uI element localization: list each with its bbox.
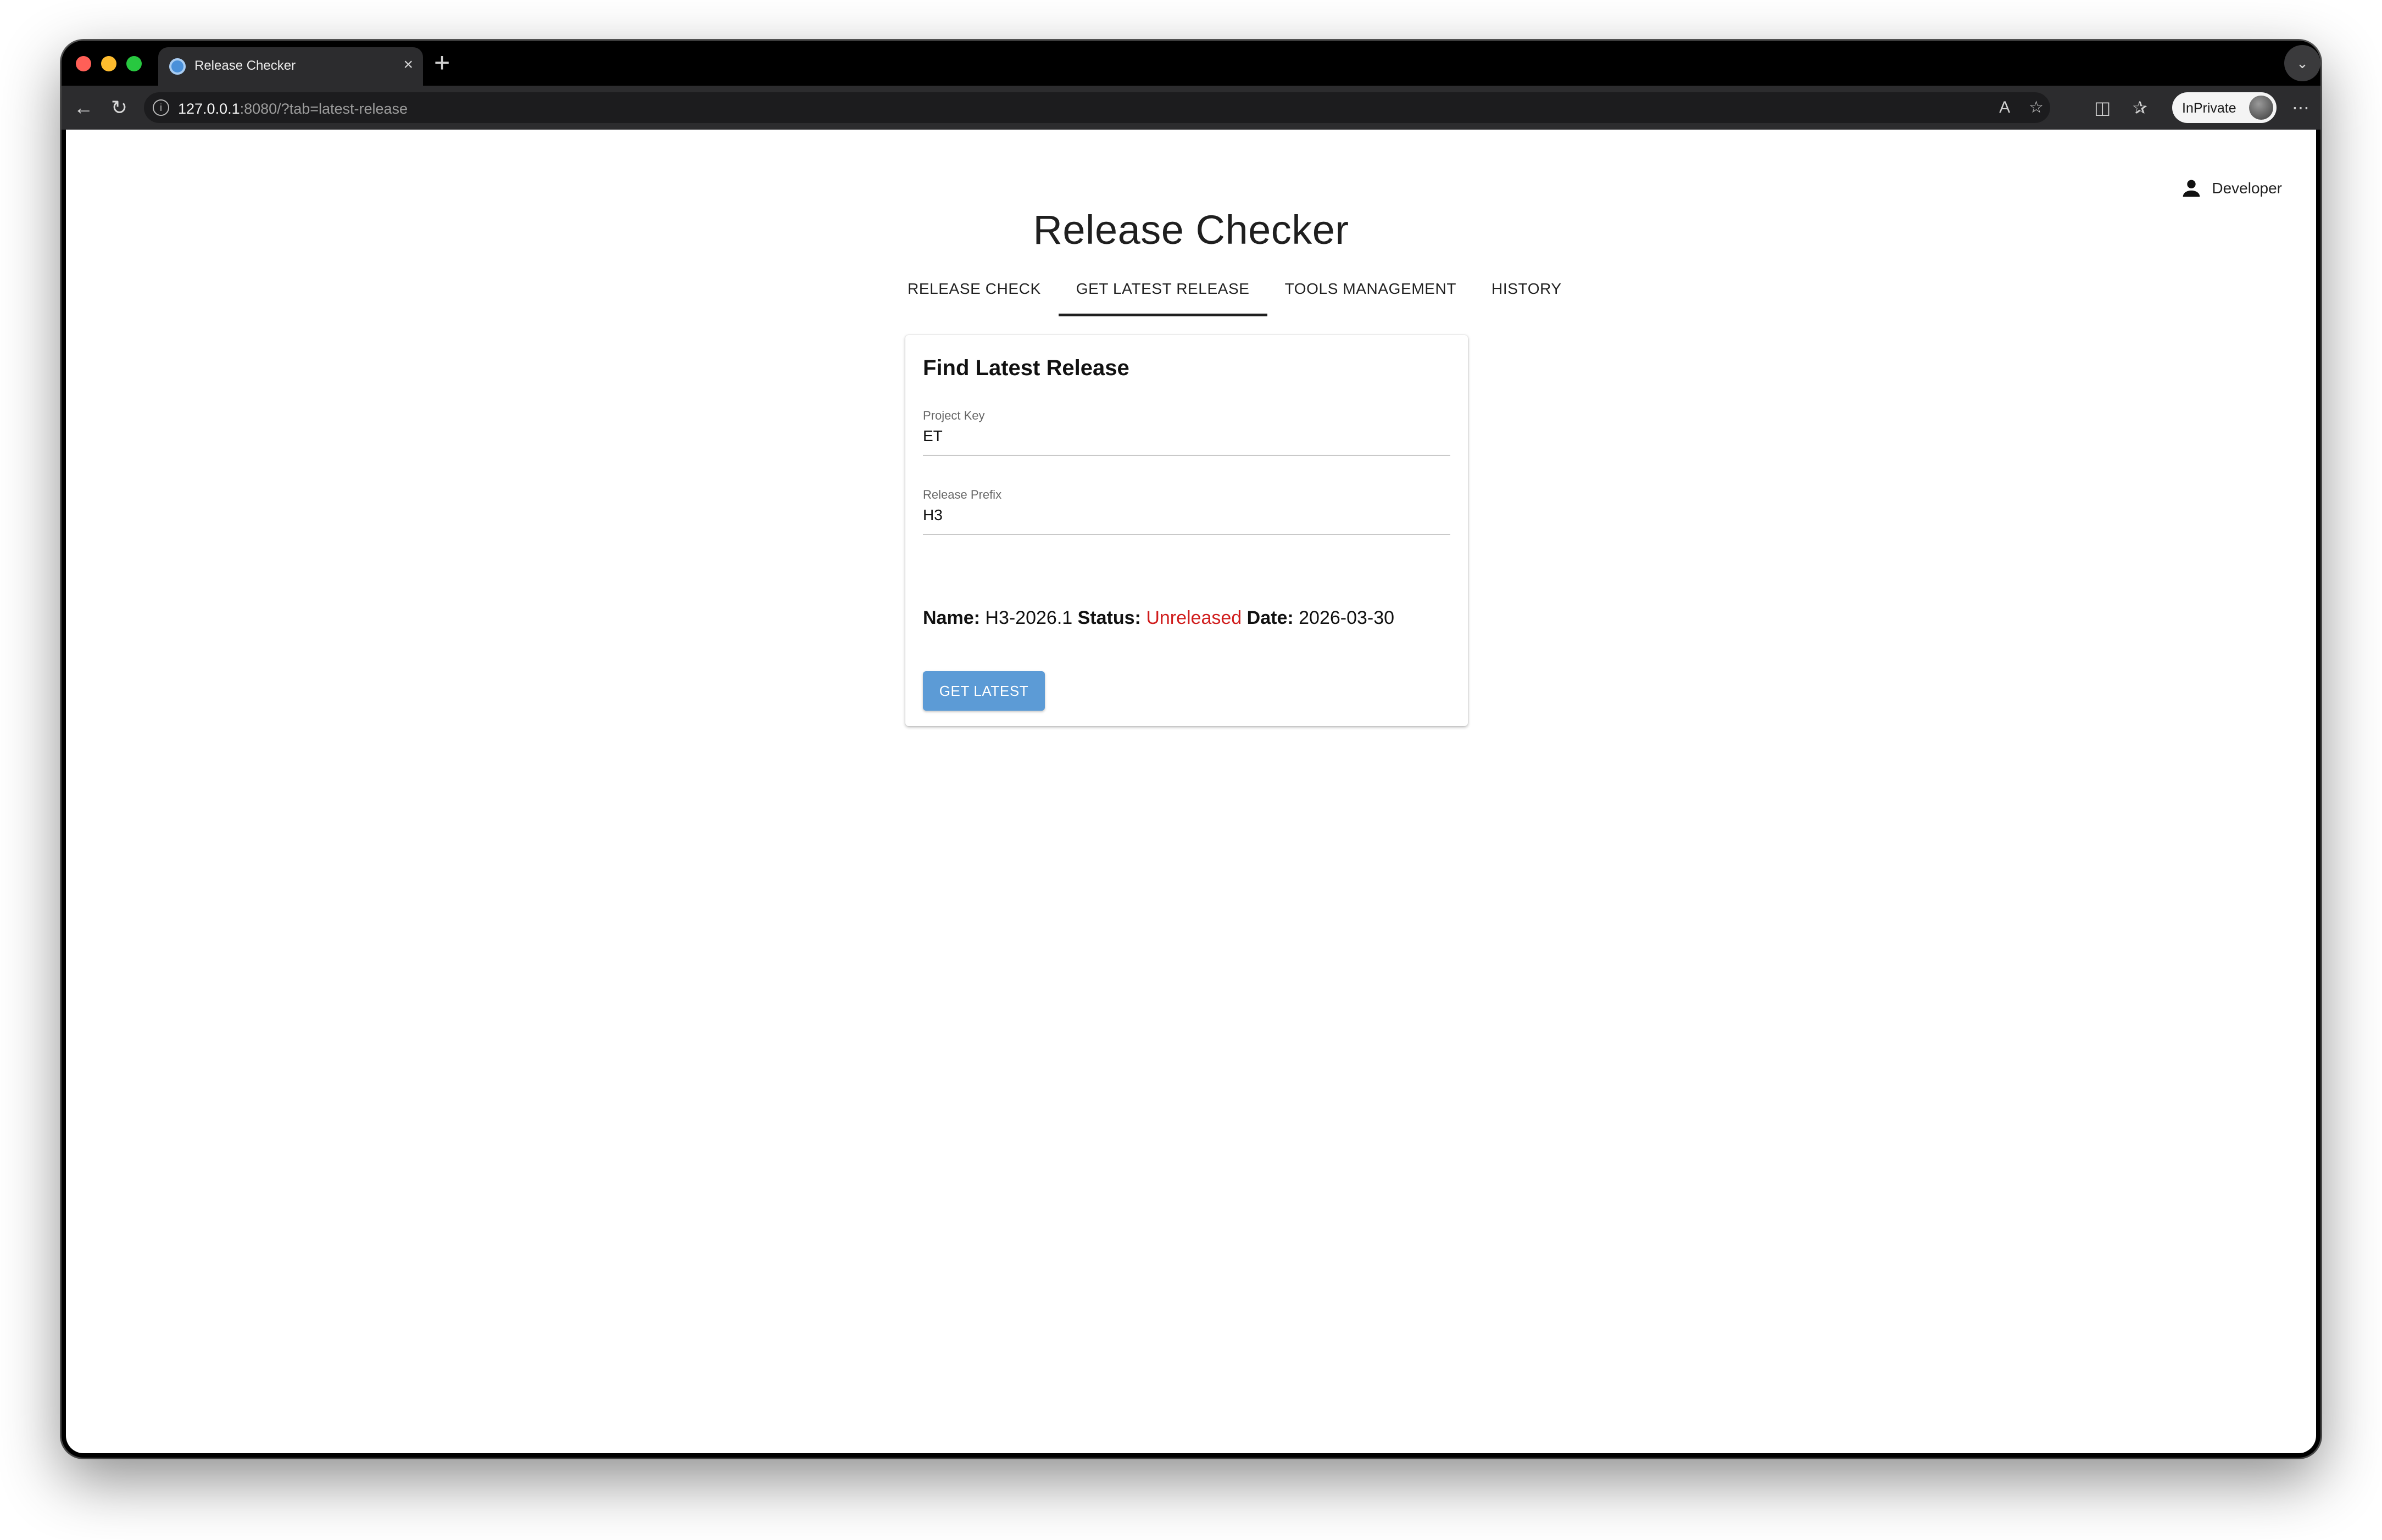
- date-value: 2026-03-30: [1299, 607, 1395, 628]
- url-path: :8080/?tab=latest-release: [240, 101, 408, 117]
- close-tab-icon[interactable]: ×: [403, 55, 413, 75]
- address-url: 127.0.0.1:8080/?tab=latest-release: [178, 101, 408, 118]
- back-arrow-icon[interactable]: ←: [74, 96, 93, 120]
- card-title: Find Latest Release: [923, 356, 1129, 380]
- tab-tools-management[interactable]: TOOLS MANAGEMENT: [1267, 261, 1474, 316]
- url-host: 127.0.0.1: [178, 101, 240, 117]
- release-prefix-field[interactable]: Release Prefix: [923, 482, 1450, 535]
- release-prefix-label: Release Prefix: [923, 488, 1002, 501]
- page-content: Release Checker Developer RELEASE CHECK …: [66, 130, 2316, 1453]
- address-bar[interactable]: i 127.0.0.1:8080/?tab=latest-release A ☆: [144, 92, 2050, 123]
- project-key-field[interactable]: Project Key: [923, 403, 1450, 456]
- maximize-window-button[interactable]: [126, 56, 142, 71]
- browser-toolbar: ← ↻ i 127.0.0.1:8080/?tab=latest-release…: [62, 86, 2320, 130]
- status-value: Unreleased: [1146, 607, 1242, 628]
- name-value: H3-2026.1: [985, 607, 1073, 628]
- project-key-label: Project Key: [923, 409, 985, 422]
- project-key-input[interactable]: [923, 427, 1450, 445]
- profile-avatar: [2249, 96, 2273, 120]
- find-latest-release-card: Find Latest Release Project Key Release …: [905, 335, 1468, 726]
- close-window-button[interactable]: [76, 56, 91, 71]
- user-name: Developer: [2212, 180, 2282, 197]
- name-label: Name:: [923, 607, 980, 628]
- inprivate-badge[interactable]: InPrivate: [2172, 92, 2277, 123]
- release-prefix-input[interactable]: [923, 506, 1450, 524]
- get-latest-button[interactable]: GET LATEST: [923, 671, 1045, 711]
- browser-tab[interactable]: Release Checker ×: [158, 47, 423, 86]
- date-label: Date:: [1246, 607, 1294, 628]
- favicon-icon: [169, 58, 186, 75]
- minimize-window-button[interactable]: [101, 56, 116, 71]
- reload-icon[interactable]: ↻: [111, 96, 127, 120]
- new-tab-button[interactable]: +: [434, 45, 450, 80]
- nav-tabs: RELEASE CHECK GET LATEST RELEASE TOOLS M…: [890, 261, 1579, 316]
- tab-history[interactable]: HISTORY: [1474, 261, 1579, 316]
- chevron-down-icon[interactable]: ⌄: [2284, 45, 2320, 81]
- status-label: Status:: [1077, 607, 1141, 628]
- person-icon: [2183, 180, 2200, 197]
- page-title: Release Checker: [1033, 207, 1349, 253]
- favorite-star-icon[interactable]: ☆: [2029, 98, 2044, 116]
- tab-get-latest-release[interactable]: GET LATEST RELEASE: [1058, 261, 1267, 316]
- favorites-icon[interactable]: ✰: [2133, 94, 2147, 121]
- split-screen-icon[interactable]: ◫: [2094, 94, 2111, 121]
- user-menu[interactable]: Developer: [2179, 176, 2282, 201]
- inprivate-label: InPrivate: [2182, 101, 2236, 116]
- address-actions: A ☆: [1980, 97, 2044, 119]
- browser-window: Release Checker × + ⌄ ← ↻ i 127.0.0.1:80…: [62, 41, 2320, 1458]
- tab-release-check[interactable]: RELEASE CHECK: [890, 261, 1059, 316]
- tab-title: Release Checker: [194, 58, 296, 73]
- more-options-icon[interactable]: ⋯: [2292, 94, 2309, 121]
- release-result: Name: H3-2026.1 Status: Unreleased Date:…: [923, 607, 1394, 629]
- site-info-icon[interactable]: i: [153, 99, 169, 116]
- tab-strip: Release Checker × + ⌄: [62, 41, 2320, 86]
- read-aloud-icon[interactable]: A: [1999, 98, 2010, 116]
